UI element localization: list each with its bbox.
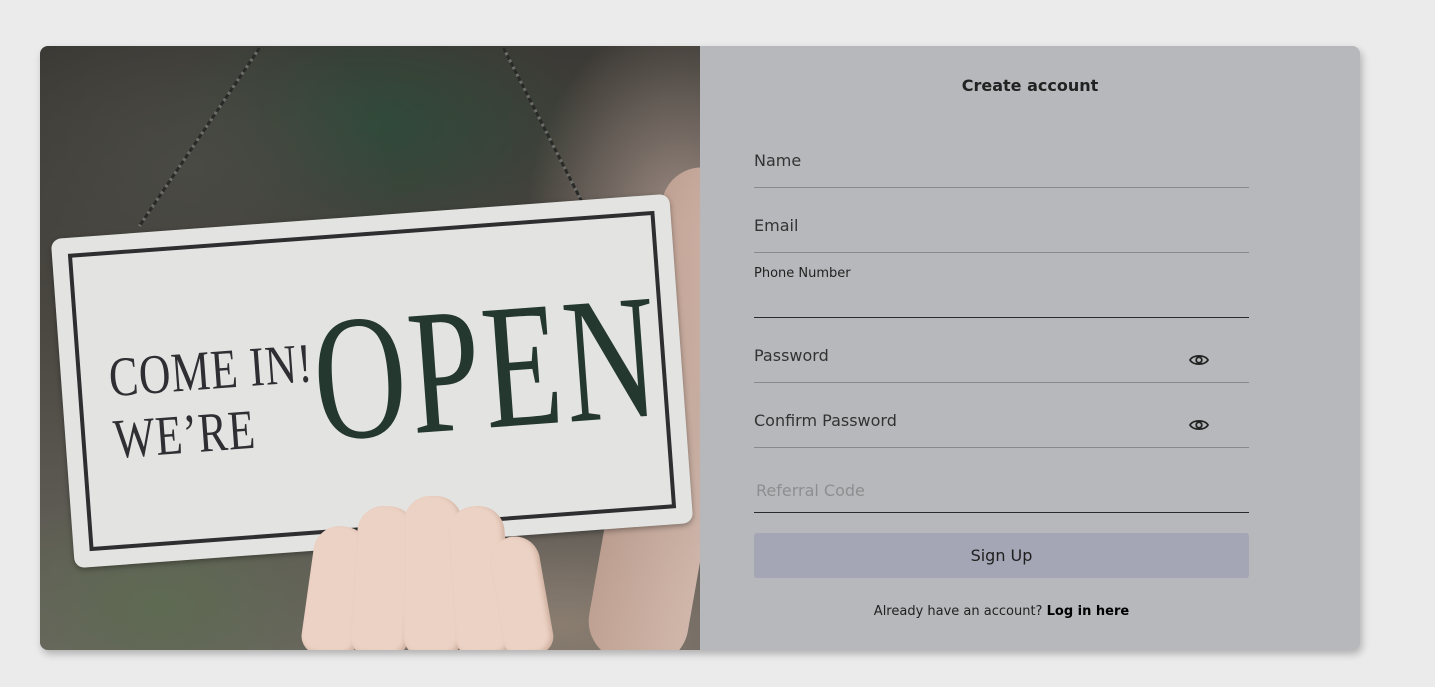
signup-form: Create account Name Email Phone Number P… <box>700 46 1360 650</box>
phone-number-field[interactable]: Phone Number <box>754 266 1249 318</box>
referral-code-field[interactable]: Referral Code <box>754 461 1249 513</box>
name-field[interactable]: Name <box>754 136 1249 188</box>
login-prompt: Already have an account? Log in here <box>754 604 1249 619</box>
open-sign-photo: COME IN! WE’RE OPEN <box>40 46 700 650</box>
eye-icon[interactable] <box>1189 353 1209 367</box>
email-label: Email <box>754 216 799 235</box>
signup-card: COME IN! WE’RE OPEN Create account Name … <box>40 46 1360 650</box>
password-label: Password <box>754 346 829 365</box>
email-field[interactable]: Email <box>754 201 1249 253</box>
eye-icon[interactable] <box>1189 418 1209 432</box>
sign-small-text: COME IN! WE’RE <box>107 332 320 471</box>
photo-chain-left <box>138 47 261 228</box>
login-link[interactable]: Log in here <box>1047 604 1130 619</box>
referral-code-placeholder: Referral Code <box>756 481 865 500</box>
login-prompt-text: Already have an account? <box>873 604 1043 619</box>
sign-open-text: OPEN <box>306 256 667 479</box>
photo-hand <box>299 456 558 650</box>
sign-up-button[interactable]: Sign Up <box>754 533 1249 578</box>
confirm-password-field[interactable]: Confirm Password <box>754 396 1249 448</box>
password-field[interactable]: Password <box>754 331 1249 383</box>
photo-chain-right <box>502 47 594 223</box>
confirm-password-label: Confirm Password <box>754 411 897 430</box>
name-label: Name <box>754 151 802 170</box>
phone-number-label: Phone Number <box>754 266 851 281</box>
form-title: Create account <box>961 76 1099 95</box>
